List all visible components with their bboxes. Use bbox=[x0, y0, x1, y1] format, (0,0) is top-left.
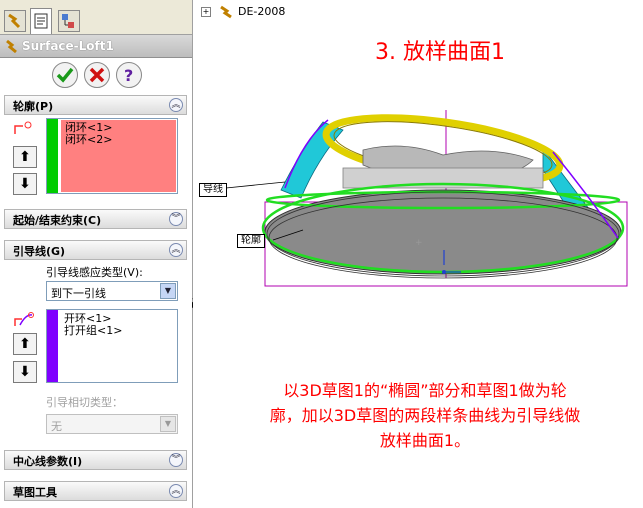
description-line: 廓，加以3D草图的两段样条曲线为引导线做 bbox=[269, 406, 581, 425]
step-description: 以3D草图1的“椭圆”部分和草图1做为轮 廓，加以3D草图的两段样条曲线为引导线… bbox=[207, 378, 643, 453]
guides-section-header[interactable]: 引导线(G) ︽ bbox=[4, 240, 187, 260]
guide-tangency-label: 引导相切类型： bbox=[46, 396, 123, 409]
property-manager-tab[interactable] bbox=[30, 8, 52, 34]
profile-icon bbox=[14, 121, 32, 134]
chevron-down-icon: ▼ bbox=[160, 416, 176, 432]
configuration-tab-icon bbox=[62, 14, 74, 28]
ok-button[interactable] bbox=[52, 62, 78, 88]
expand-plus-icon[interactable]: + bbox=[201, 7, 211, 17]
guide-item[interactable]: 打开组<1> bbox=[64, 325, 122, 337]
feature-title-bar: Surface-Loft1 bbox=[0, 35, 192, 58]
ok-check-icon bbox=[56, 67, 74, 83]
profile-callout-label: 轮廓 bbox=[237, 234, 265, 248]
expand-chevron-icon[interactable]: ︾ bbox=[169, 212, 183, 226]
chevron-down-icon[interactable]: ▼ bbox=[160, 283, 176, 299]
centerline-section-header[interactable]: 中心线参数(I) ︾ bbox=[4, 450, 187, 470]
feature-tree-root-label: DE-2008 bbox=[238, 5, 286, 18]
profile-color-bar bbox=[47, 119, 58, 193]
graphics-viewport[interactable]: + DE-2008 3. 放样曲面1 + 导线 轮廓 以3D草图1的“椭圆”部分… bbox=[193, 0, 643, 508]
constraints-section-label: 起始/结束约束(C) bbox=[13, 214, 102, 227]
sketch-tools-section-header[interactable]: 草图工具 ︽ bbox=[4, 481, 187, 501]
move-up-icon: ⬆ bbox=[19, 149, 31, 165]
description-line: 以3D草图1的“椭圆”部分和草图1做为轮 bbox=[283, 381, 567, 400]
cancel-button[interactable] bbox=[84, 62, 110, 88]
centerline-section-label: 中心线参数(I) bbox=[13, 455, 83, 468]
help-question-icon: ? bbox=[124, 66, 133, 85]
collapse-chevron-icon[interactable]: ︽ bbox=[169, 484, 183, 498]
loft-surface-model: + bbox=[225, 110, 628, 287]
guide-influence-value: 到下一引线 bbox=[51, 287, 106, 300]
feature-tree-root[interactable]: + DE-2008 bbox=[201, 5, 285, 19]
step-heading: 3. 放样曲面1 bbox=[375, 40, 505, 65]
guide-tangency-value: 无 bbox=[51, 420, 62, 433]
profile-move-down-button[interactable]: ⬇ bbox=[13, 173, 37, 195]
guide-tangency-select[interactable]: 无 ▼ bbox=[46, 414, 178, 434]
sketch-tools-section-label: 草图工具 bbox=[13, 486, 57, 499]
guide-list[interactable]: 开环<1> 打开组<1> bbox=[46, 309, 178, 383]
profile-section-label: 轮廓(P) bbox=[13, 100, 54, 113]
loft-feature-icon bbox=[6, 39, 17, 54]
profile-list-area: 闭环<1> 闭环<2> bbox=[61, 120, 176, 192]
part-icon bbox=[219, 5, 232, 19]
collapse-chevron-icon[interactable]: ︽ bbox=[169, 98, 183, 112]
profile-section-header[interactable]: 轮廓(P) ︽ bbox=[4, 95, 187, 115]
configuration-tab[interactable] bbox=[58, 10, 80, 32]
collapse-chevron-icon[interactable]: ︽ bbox=[169, 243, 183, 257]
panel-tab-bar bbox=[0, 0, 192, 35]
move-down-icon: ⬇ bbox=[19, 364, 31, 380]
constraints-section-header[interactable]: 起始/结束约束(C) ︾ bbox=[4, 209, 187, 229]
property-manager: Surface-Loft1 ? 轮廓(P) ︽ ⬆ ⬇ 闭环<1> 闭环<2> … bbox=[0, 0, 193, 508]
guide-icon bbox=[14, 312, 34, 326]
cancel-x-icon bbox=[89, 67, 105, 83]
guide-move-down-button[interactable]: ⬇ bbox=[13, 361, 37, 383]
guide-influence-select[interactable]: 到下一引线 ▼ bbox=[46, 281, 178, 301]
feature-manager-tab[interactable] bbox=[4, 10, 26, 32]
property-manager-tab-icon bbox=[34, 13, 48, 29]
feature-title: Surface-Loft1 bbox=[22, 39, 114, 53]
guide-move-up-button[interactable]: ⬆ bbox=[13, 333, 37, 355]
guide-callout-label: 导线 bbox=[199, 183, 227, 197]
profile-move-up-button[interactable]: ⬆ bbox=[13, 146, 37, 168]
help-button[interactable]: ? bbox=[116, 62, 142, 88]
feature-manager-tab-icon bbox=[8, 13, 21, 29]
guide-influence-label: 引导线感应类型(V): bbox=[46, 266, 143, 279]
svg-text:?: ? bbox=[124, 66, 133, 85]
profile-item[interactable]: 闭环<2> bbox=[65, 134, 112, 146]
guides-section-label: 引导线(G) bbox=[13, 245, 66, 258]
guide-color-bar bbox=[47, 310, 58, 382]
svg-text:+: + bbox=[415, 238, 423, 248]
profile-list[interactable]: 闭环<1> 闭环<2> bbox=[46, 118, 178, 194]
description-line: 放样曲面1。 bbox=[379, 431, 471, 450]
move-down-icon: ⬇ bbox=[19, 176, 31, 192]
expand-chevron-icon[interactable]: ︾ bbox=[169, 453, 183, 467]
move-up-icon: ⬆ bbox=[19, 336, 31, 352]
